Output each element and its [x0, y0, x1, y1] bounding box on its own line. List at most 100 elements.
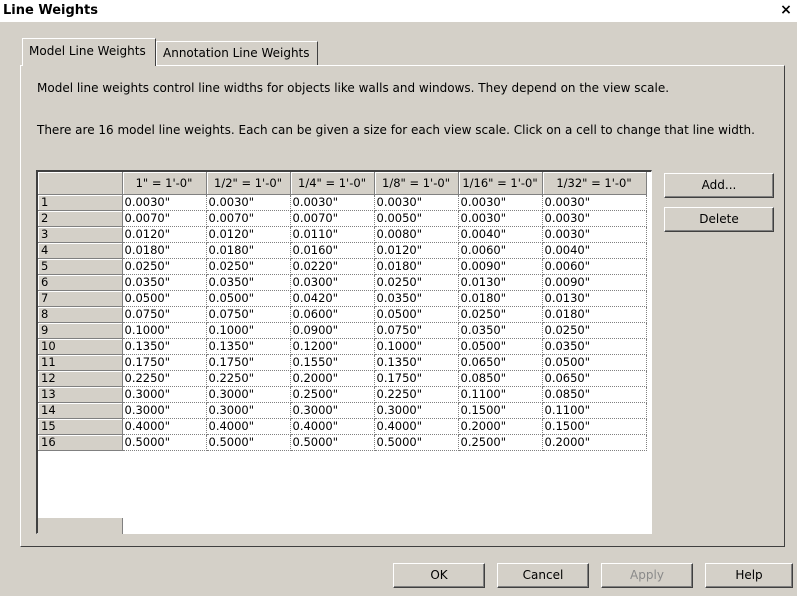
close-icon[interactable]: × [779, 3, 793, 17]
line-weight-cell[interactable]: 0.0180" [458, 290, 543, 307]
column-header[interactable]: 1/2" = 1'-0" [206, 172, 291, 195]
line-weight-cell[interactable]: 0.2000" [458, 418, 543, 435]
line-weight-cell[interactable]: 0.2250" [206, 370, 291, 387]
line-weight-cell[interactable]: 0.2250" [374, 386, 459, 403]
line-weight-cell[interactable]: 0.0250" [122, 258, 207, 275]
tab-annotation-line-weights[interactable]: Annotation Line Weights [156, 41, 318, 65]
line-weight-cell[interactable]: 0.1750" [122, 354, 207, 371]
line-weight-cell[interactable]: 0.0500" [374, 306, 459, 323]
line-weight-cell[interactable]: 0.0180" [206, 242, 291, 259]
line-weight-cell[interactable]: 0.3000" [290, 402, 375, 419]
line-weight-cell[interactable]: 0.0110" [290, 226, 375, 243]
line-weight-cell[interactable]: 0.0350" [374, 290, 459, 307]
apply-button[interactable]: Apply [601, 563, 693, 588]
line-weight-cell[interactable]: 0.0030" [374, 194, 459, 211]
line-weight-cell[interactable]: 0.2500" [458, 434, 543, 451]
line-weight-cell[interactable]: 0.0220" [290, 258, 375, 275]
line-weight-cell[interactable]: 0.0250" [374, 274, 459, 291]
column-header[interactable]: 1/32" = 1'-0" [542, 172, 647, 195]
line-weight-cell[interactable]: 0.0120" [206, 226, 291, 243]
line-weight-cell[interactable]: 0.1750" [206, 354, 291, 371]
line-weight-cell[interactable]: 0.4000" [374, 418, 459, 435]
line-weight-cell[interactable]: 0.5000" [206, 434, 291, 451]
line-weight-cell[interactable]: 0.0050" [374, 210, 459, 227]
column-header[interactable]: 1/16" = 1'-0" [458, 172, 543, 195]
line-weight-cell[interactable]: 0.5000" [290, 434, 375, 451]
line-weight-cell[interactable]: 0.3000" [122, 402, 207, 419]
delete-button[interactable]: Delete [664, 207, 774, 232]
line-weight-cell[interactable]: 0.0500" [206, 290, 291, 307]
line-weight-cell[interactable]: 0.0180" [542, 306, 647, 323]
line-weight-cell[interactable]: 0.1350" [206, 338, 291, 355]
line-weight-cell[interactable]: 0.0030" [206, 194, 291, 211]
line-weight-cell[interactable]: 0.0070" [290, 210, 375, 227]
line-weight-cell[interactable]: 0.0060" [458, 242, 543, 259]
line-weight-cell[interactable]: 0.0500" [458, 338, 543, 355]
line-weight-cell[interactable]: 0.0030" [290, 194, 375, 211]
line-weight-cell[interactable]: 0.2000" [542, 434, 647, 451]
line-weight-cell[interactable]: 0.0130" [458, 274, 543, 291]
line-weight-cell[interactable]: 0.1500" [458, 402, 543, 419]
line-weight-cell[interactable]: 0.0120" [374, 242, 459, 259]
line-weight-cell[interactable]: 0.0850" [458, 370, 543, 387]
cancel-button[interactable]: Cancel [497, 563, 589, 588]
column-header[interactable]: 1" = 1'-0" [122, 172, 207, 195]
line-weight-cell[interactable]: 0.1200" [290, 338, 375, 355]
line-weight-cell[interactable]: 0.1350" [374, 354, 459, 371]
line-weight-cell[interactable]: 0.0900" [290, 322, 375, 339]
line-weight-cell[interactable]: 0.0250" [542, 322, 647, 339]
line-weight-cell[interactable]: 0.0080" [374, 226, 459, 243]
line-weight-cell[interactable]: 0.2000" [290, 370, 375, 387]
line-weight-cell[interactable]: 0.0300" [290, 274, 375, 291]
line-weight-cell[interactable]: 0.3000" [206, 386, 291, 403]
line-weight-cell[interactable]: 0.0650" [458, 354, 543, 371]
line-weight-cell[interactable]: 0.0180" [374, 258, 459, 275]
line-weight-cell[interactable]: 0.0070" [122, 210, 207, 227]
line-weight-cell[interactable]: 0.0250" [206, 258, 291, 275]
line-weight-cell[interactable]: 0.0350" [206, 274, 291, 291]
line-weight-cell[interactable]: 0.4000" [206, 418, 291, 435]
add-button[interactable]: Add... [664, 173, 774, 198]
line-weight-cell[interactable]: 0.0750" [206, 306, 291, 323]
line-weight-cell[interactable]: 0.0500" [122, 290, 207, 307]
line-weight-cell[interactable]: 0.0030" [542, 226, 647, 243]
line-weight-cell[interactable]: 0.0250" [458, 306, 543, 323]
line-weight-cell[interactable]: 0.0030" [122, 194, 207, 211]
line-weight-cell[interactable]: 0.1550" [290, 354, 375, 371]
line-weight-cell[interactable]: 0.0160" [290, 242, 375, 259]
help-button[interactable]: Help [705, 563, 793, 588]
line-weight-cell[interactable]: 0.3000" [206, 402, 291, 419]
line-weight-cell[interactable]: 0.2500" [290, 386, 375, 403]
line-weight-cell[interactable]: 0.0120" [122, 226, 207, 243]
line-weight-cell[interactable]: 0.0040" [458, 226, 543, 243]
line-weight-cell[interactable]: 0.5000" [122, 434, 207, 451]
line-weight-cell[interactable]: 0.0030" [542, 210, 647, 227]
line-weight-cell[interactable]: 0.0040" [542, 242, 647, 259]
line-weight-cell[interactable]: 0.0600" [290, 306, 375, 323]
line-weight-cell[interactable]: 0.0750" [122, 306, 207, 323]
line-weight-cell[interactable]: 0.0850" [542, 386, 647, 403]
line-weight-cell[interactable]: 0.3000" [374, 402, 459, 419]
line-weight-cell[interactable]: 0.3000" [122, 386, 207, 403]
column-header[interactable]: 1/8" = 1'-0" [374, 172, 459, 195]
line-weight-cell[interactable]: 0.0420" [290, 290, 375, 307]
line-weight-cell[interactable]: 0.0650" [542, 370, 647, 387]
line-weight-cell[interactable]: 0.1100" [458, 386, 543, 403]
line-weight-cell[interactable]: 0.5000" [374, 434, 459, 451]
line-weight-cell[interactable]: 0.0750" [374, 322, 459, 339]
line-weight-cell[interactable]: 0.0070" [206, 210, 291, 227]
line-weight-cell[interactable]: 0.4000" [290, 418, 375, 435]
line-weight-cell[interactable]: 0.0030" [458, 194, 543, 211]
line-weight-cell[interactable]: 0.1100" [542, 402, 647, 419]
line-weight-cell[interactable]: 0.0180" [122, 242, 207, 259]
ok-button[interactable]: OK [393, 563, 485, 588]
line-weight-cell[interactable]: 0.1750" [374, 370, 459, 387]
line-weight-cell[interactable]: 0.0350" [542, 338, 647, 355]
line-weight-cell[interactable]: 0.1000" [374, 338, 459, 355]
line-weight-cell[interactable]: 0.0350" [122, 274, 207, 291]
line-weight-cell[interactable]: 0.0090" [458, 258, 543, 275]
line-weight-cell[interactable]: 0.0030" [542, 194, 647, 211]
line-weight-cell[interactable]: 0.1000" [206, 322, 291, 339]
tab-model-line-weights[interactable]: Model Line Weights [22, 38, 156, 66]
line-weight-cell[interactable]: 0.0030" [458, 210, 543, 227]
